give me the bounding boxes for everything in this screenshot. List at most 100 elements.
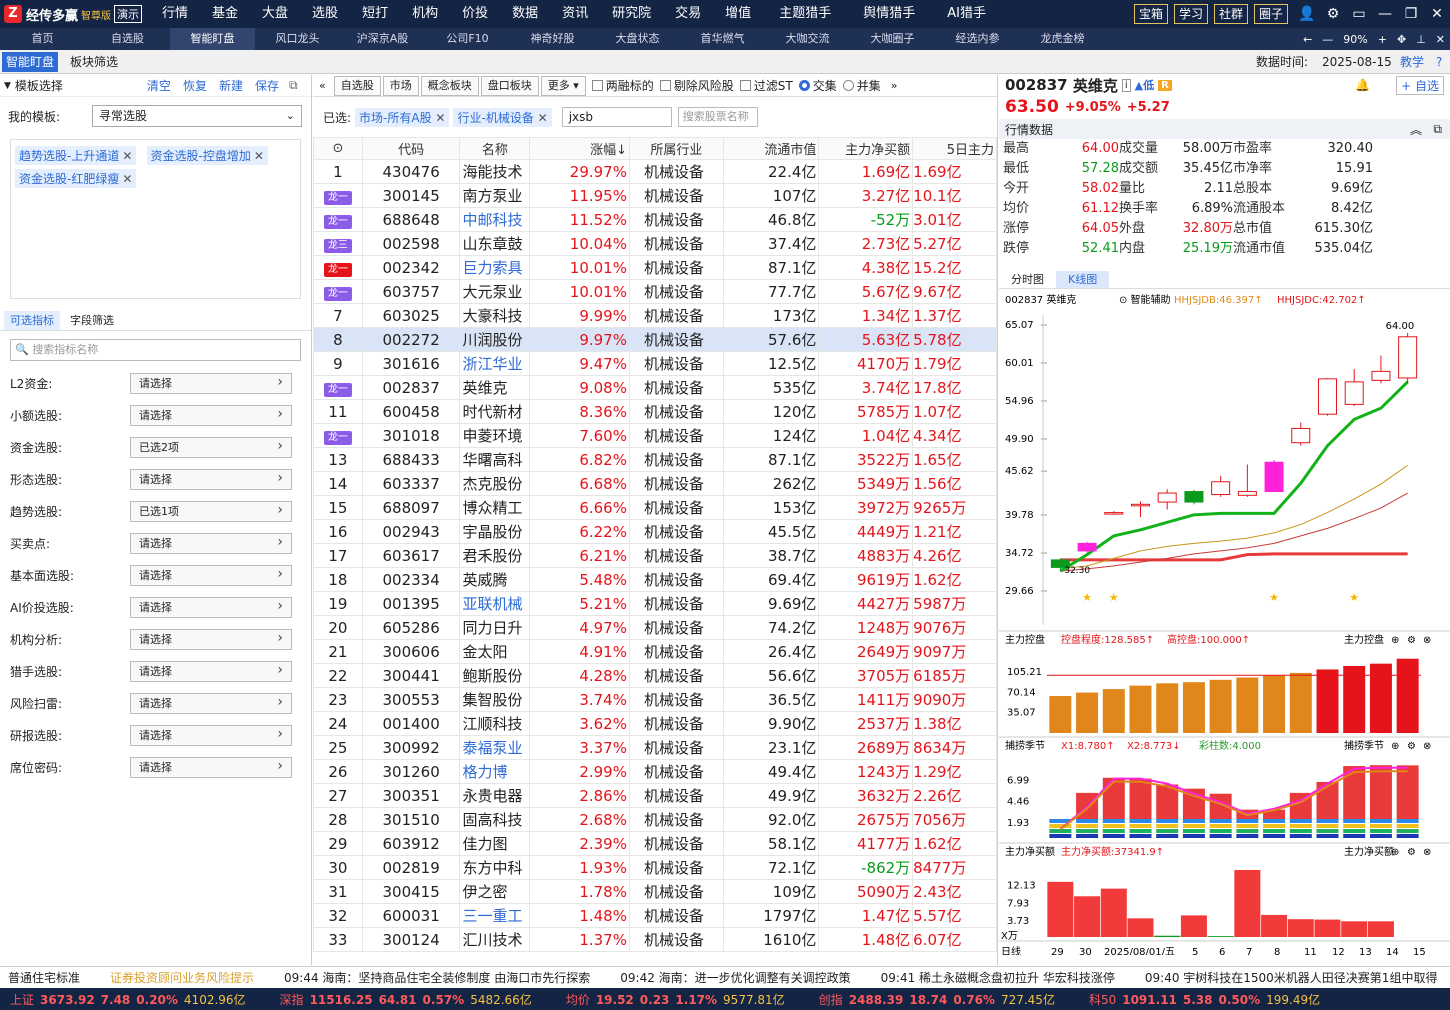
table-row[interactable]: 1 430476 海能技术 29.97% 机械设备 22.4亿 1.69亿 1.69亿 — [313, 159, 997, 184]
back-icon[interactable]: ← — [1298, 33, 1317, 46]
col-main-net[interactable]: 主力净买额 — [818, 137, 914, 160]
radio-intersect[interactable]: 交集 — [793, 77, 837, 94]
filter-select[interactable]: 已选1项 — [130, 500, 292, 522]
radio-union[interactable]: 并集 — [837, 77, 881, 94]
tab-8[interactable]: 首华燃气 — [680, 28, 765, 50]
table-row[interactable]: 21 300606 金太阳 4.91% 机械设备 26.4亿 2649万 9097万 — [313, 639, 997, 664]
col-float-cap[interactable]: 流通市值 — [722, 137, 820, 160]
table-row[interactable]: 31 300415 伊之密 1.78% 机械设备 109亿 5090万 2.43亿 — [313, 879, 997, 904]
ticker-item[interactable]: 09:41 稀土永磁概念盘初拉升 华宏科技涨停 — [881, 969, 1115, 986]
col-change[interactable]: 涨幅↓ — [529, 137, 630, 160]
table-row[interactable]: 22 300441 鲍斯股份 4.28% 机械设备 56.6亿 3705万 6185万 — [313, 663, 997, 688]
demo-badge[interactable]: 演示 — [114, 5, 143, 23]
table-row[interactable]: 33 300124 汇川技术 1.37% 机械设备 1610亿 1.48亿 6.07亿 — [313, 927, 997, 952]
collapse-left-icon[interactable]: « — [313, 79, 332, 92]
learn-button[interactable]: 学习 — [1173, 4, 1208, 24]
col-main-5d[interactable]: 5日主力 — [912, 137, 997, 160]
new-link[interactable]: 新建 — [219, 77, 243, 94]
stock-name[interactable]: 川润股份 — [459, 327, 531, 352]
tab-kline[interactable]: K线图 — [1056, 271, 1110, 288]
filter-select[interactable]: 请选择 — [130, 756, 292, 778]
stock-name[interactable]: 同力日升 — [459, 615, 531, 640]
stock-name[interactable]: 华曙高科 — [459, 447, 531, 472]
chip-control[interactable]: 资金选股-控盘增加 ✕ — [146, 146, 268, 165]
table-row[interactable]: 29 603912 佳力图 2.39% 机械设备 58.1亿 4177万 1.62亿 — [313, 831, 997, 856]
table-row[interactable]: 9 301616 浙江华业 9.47% 机械设备 12.5亿 4170万 1.79亿 — [313, 351, 997, 376]
chip-redfat[interactable]: 资金选股-红肥绿瘦 ✕ — [15, 169, 137, 188]
stock-name[interactable]: 浙江华业 — [459, 351, 531, 376]
filter-select[interactable]: 请选择 — [130, 404, 292, 426]
menu-item-1[interactable]: 基金 — [200, 0, 250, 28]
chip-industry[interactable]: 行业-机械设备 ✕ — [453, 107, 552, 127]
ticker-item[interactable]: 09:40 宇树科技在1500米机器人田径决赛第1组中取得 — [1145, 969, 1438, 986]
user-icon[interactable]: 👤 — [1294, 6, 1320, 22]
collapse-quote-icon[interactable]: ︽ — [1410, 121, 1422, 138]
stock-name[interactable]: 集智股份 — [459, 687, 531, 712]
stock-name[interactable]: 伊之密 — [459, 879, 531, 904]
stock-name[interactable]: 汇川技术 — [459, 927, 531, 952]
treasure-button[interactable]: 宝箱 — [1133, 4, 1168, 24]
menu-item-8[interactable]: 资讯 — [550, 0, 600, 28]
stock-name[interactable]: 申菱环境 — [459, 423, 531, 448]
tool-more[interactable]: 更多 ▾ — [540, 75, 586, 96]
minimize-icon[interactable]: — — [1372, 6, 1398, 22]
tab-3[interactable]: 风口龙头 — [255, 28, 340, 50]
list-search-input[interactable]: jxsb — [561, 107, 672, 127]
table-row[interactable]: 13 688433 华曙高科 6.82% 机械设备 87.1亿 3522万 1.65亿 — [313, 447, 997, 472]
stock-name[interactable]: 君禾股份 — [459, 543, 531, 568]
tab-5[interactable]: 公司F10 — [425, 28, 510, 50]
stock-name[interactable]: 永贵电器 — [459, 783, 531, 808]
kline-chart-area[interactable]: 002837 英维克 ⊙ 智能辅助 HHJSJDB:46.397↑ HHJSJDC:4… — [999, 291, 1450, 955]
menu-item-14[interactable]: AI猎手 — [931, 0, 1002, 28]
col-code[interactable]: 代码 — [361, 137, 461, 160]
menu-item-0[interactable]: 行情 — [150, 0, 200, 28]
add-watchlist-button[interactable]: + 自选 — [1396, 75, 1444, 95]
table-row[interactable]: 18 002334 英威腾 5.48% 机械设备 69.4亿 9619万 1.62亿 — [313, 567, 997, 592]
stock-name[interactable]: 中邮科技 — [459, 207, 531, 232]
tab-close-icon[interactable]: ✕ — [1431, 33, 1450, 46]
check-margin[interactable]: 两融标的 — [586, 77, 654, 94]
chip-close-icon[interactable]: ✕ — [122, 172, 132, 186]
col-name[interactable]: 名称 — [459, 137, 531, 160]
table-row[interactable]: 30 002819 东方中科 1.93% 机械设备 72.1亿 -862万 8477万 — [313, 855, 997, 880]
settings-col-icon[interactable]: ⊙ — [313, 137, 363, 160]
tab-9[interactable]: 大咖交流 — [765, 28, 850, 50]
expand-icon[interactable]: ⧉ — [289, 78, 298, 93]
table-row[interactable]: 24 001400 江顺科技 3.62% 机械设备 9.90亿 2537万 1.38亿 — [313, 711, 997, 736]
table-row[interactable]: 19 001395 亚联机械 5.21% 机械设备 9.69亿 4427万 5987万 — [313, 591, 997, 616]
tab-7[interactable]: 大盘状态 — [595, 28, 680, 50]
menu-item-11[interactable]: 增值 — [713, 0, 763, 28]
checkbox[interactable] — [591, 80, 603, 91]
check-st[interactable]: 过滤ST — [734, 77, 793, 94]
menu-item-5[interactable]: 机构 — [400, 0, 450, 28]
tab-0[interactable]: 首页 — [0, 28, 85, 50]
table-row[interactable]: 26 301260 格力博 2.99% 机械设备 49.4亿 1243万 1.29亿 — [313, 759, 997, 784]
stock-name[interactable]: 南方泵业 — [459, 183, 531, 208]
stock-name[interactable]: 海能技术 — [459, 159, 531, 184]
tab-4[interactable]: 沪深京A股 — [340, 28, 425, 50]
col-industry[interactable]: 所属行业 — [628, 137, 724, 160]
table-row[interactable]: 龙一 603757 大元泵业 10.01% 机械设备 77.7亿 5.67亿 9.67亿 — [313, 279, 997, 304]
gear-icon[interactable]: ⚙ — [1320, 6, 1346, 22]
tool-concept[interactable]: 概念板块 — [420, 75, 479, 96]
index-item[interactable]: 创指 2488.39 18.74 0.76% 727.45亿 — [809, 991, 1061, 1008]
restore-link[interactable]: 恢复 — [183, 77, 207, 94]
stock-name[interactable]: 金太阳 — [459, 639, 531, 664]
menu-item-7[interactable]: 数据 — [500, 0, 550, 28]
table-row[interactable]: 28 301510 固高科技 2.68% 机械设备 92.0亿 2675万 7056万 — [313, 807, 997, 832]
stock-name[interactable]: 鲍斯股份 — [459, 663, 531, 688]
tool-watchlist[interactable]: 自选股 — [333, 75, 381, 96]
subtab-smart-watch[interactable]: 智能盯盘 — [2, 52, 59, 72]
table-row[interactable]: 7 603025 大豪科技 9.99% 机械设备 173亿 1.34亿 1.37亿 — [313, 303, 997, 328]
menu-item-6[interactable]: 价投 — [450, 0, 500, 28]
menu-item-10[interactable]: 交易 — [663, 0, 713, 28]
subtab-sector-filter[interactable]: 板块筛选 — [66, 52, 122, 72]
index-item[interactable]: 均价 19.52 0.23 1.17% 9577.81亿 — [556, 991, 791, 1008]
stock-name[interactable]: 三一重工 — [459, 903, 531, 928]
tab-10[interactable]: 大咖圈子 — [850, 28, 935, 50]
filter-select[interactable]: 请选择 — [130, 564, 292, 586]
stock-name[interactable]: 亚联机械 — [459, 591, 531, 616]
indicator-search-input[interactable]: 🔍 搜索指标名称 — [10, 339, 301, 361]
check-risk[interactable]: 剔除风险股 — [654, 77, 734, 94]
stock-name[interactable]: 时代新材 — [459, 399, 531, 424]
